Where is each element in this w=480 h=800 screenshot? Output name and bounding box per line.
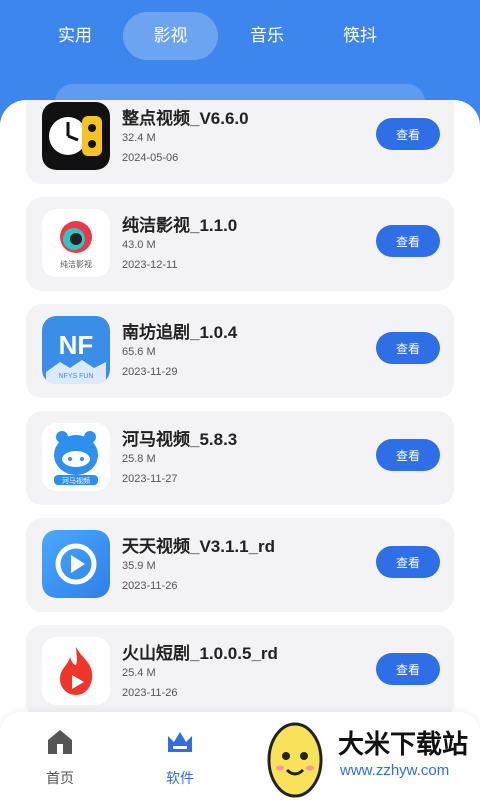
- app-name: 南坊追剧_1.0.4: [122, 323, 238, 342]
- hippo-icon: 河马视频: [42, 423, 110, 491]
- app-size: 25.8 M: [122, 453, 156, 465]
- view-button[interactable]: 查看: [376, 439, 440, 471]
- app-date: 2024-05-06: [122, 152, 179, 164]
- app-name: 河马视频_5.8.3: [122, 430, 238, 449]
- watermark-url: www.zzhyw.com: [340, 762, 450, 779]
- nav-item-software[interactable]: 软件: [140, 712, 220, 800]
- view-button[interactable]: 查看: [376, 653, 440, 685]
- app-card[interactable]: 纯洁影视 纯洁影视_1.1.0 43.0 M 2023-12-11 查看: [26, 197, 454, 291]
- category-tabs: 实用 影视 音乐 筷抖: [0, 12, 480, 60]
- icon-subtext: NFYS FUN: [59, 373, 94, 380]
- view-button[interactable]: 查看: [376, 546, 440, 578]
- app-card[interactable]: 河马视频 河马视频_5.8.3 25.8 M 2023-11-27 查看: [26, 411, 454, 505]
- view-button[interactable]: 查看: [376, 225, 440, 257]
- watermark: 大米下载站 www.zzhyw.com: [260, 716, 480, 800]
- icon-letters: NF: [59, 330, 94, 360]
- app-name: 火山短剧_1.0.0.5_rd: [122, 644, 278, 663]
- app-card[interactable]: 天天视频_V3.1.1_rd 35.9 M 2023-11-26 查看: [26, 518, 454, 612]
- app-date: 2023-11-26: [122, 580, 178, 592]
- nf-logo-icon: NF NFYS FUN: [42, 316, 110, 384]
- flame-play-icon: [42, 637, 110, 705]
- app-card[interactable]: 整点视频_V6.6.0 32.4 M 2024-05-06 查看: [26, 100, 454, 184]
- nav-label: 软件: [166, 770, 194, 786]
- app-size: 25.4 M: [122, 667, 156, 679]
- view-button[interactable]: 查看: [376, 332, 440, 364]
- icon-caption: 河马视频: [62, 476, 90, 485]
- app-size: 65.6 M: [122, 346, 156, 358]
- app-size: 35.9 M: [122, 560, 156, 572]
- app-date: 2023-12-11: [122, 259, 178, 271]
- play-icon: [42, 530, 110, 598]
- app-size: 32.4 M: [122, 132, 156, 144]
- app-card[interactable]: 火山短剧_1.0.0.5_rd 25.4 M 2023-11-26 查看: [26, 625, 454, 719]
- app-date: 2023-11-27: [122, 473, 178, 485]
- tab-utility[interactable]: 实用: [40, 12, 110, 60]
- crown-icon: [164, 726, 196, 758]
- watermark-title: 大米下载站: [338, 729, 469, 759]
- app-name: 纯洁影视_1.1.0: [122, 216, 238, 235]
- rice-mascot-icon: [260, 716, 330, 800]
- nav-item-home[interactable]: 首页: [20, 712, 100, 800]
- app-date: 2023-11-26: [122, 687, 178, 699]
- tab-kuaidou[interactable]: 筷抖: [325, 12, 395, 60]
- tab-video[interactable]: 影视: [123, 12, 218, 60]
- app-list-sheet: 整点视频_V6.6.0 32.4 M 2024-05-06 查看 纯洁影视 纯洁…: [0, 100, 480, 720]
- app-name: 整点视频_V6.6.0: [122, 109, 249, 128]
- view-button[interactable]: 查看: [376, 118, 440, 150]
- clock-film-icon: [42, 102, 110, 170]
- app-size: 43.0 M: [122, 239, 156, 251]
- tab-music[interactable]: 音乐: [232, 12, 302, 60]
- icon-caption: 纯洁影视: [60, 259, 92, 269]
- app-name: 天天视频_V3.1.1_rd: [122, 537, 276, 556]
- app-date: 2023-11-29: [122, 366, 178, 378]
- home-icon: [44, 726, 76, 758]
- app-card[interactable]: NF NFYS FUN 南坊追剧_1.0.4 65.6 M 2023-11-29…: [26, 304, 454, 398]
- lens-logo-icon: 纯洁影视: [42, 209, 110, 277]
- nav-label: 首页: [46, 770, 74, 786]
